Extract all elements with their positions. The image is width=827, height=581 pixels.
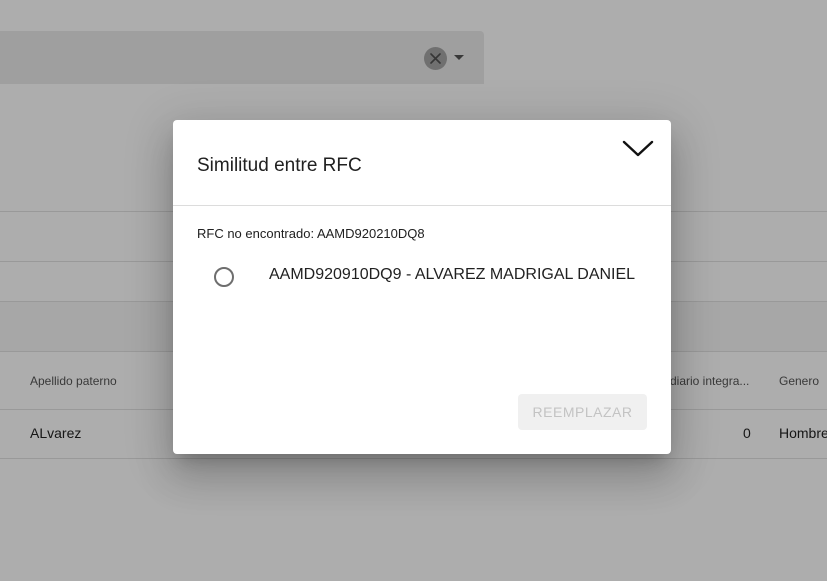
- dialog-title: Similitud entre RFC: [197, 155, 362, 176]
- rfc-similarity-dialog: Similitud entre RFC RFC no encontrado: A…: [173, 120, 671, 454]
- rfc-not-found-text: RFC no encontrado: AAMD920210DQ8: [197, 226, 425, 241]
- replace-button[interactable]: REEMPLAZAR: [518, 394, 647, 430]
- chevron-down-icon[interactable]: [621, 138, 655, 162]
- dialog-divider: [173, 205, 671, 206]
- rfc-option[interactable]: AAMD920910DQ9 - ALVAREZ MADRIGAL DANIEL: [209, 262, 649, 292]
- app-page: Apellido paterno diario integra... Gener…: [0, 0, 827, 581]
- radio-button[interactable]: [214, 267, 234, 287]
- rfc-option-label[interactable]: AAMD920910DQ9 - ALVAREZ MADRIGAL DANIEL: [269, 266, 635, 284]
